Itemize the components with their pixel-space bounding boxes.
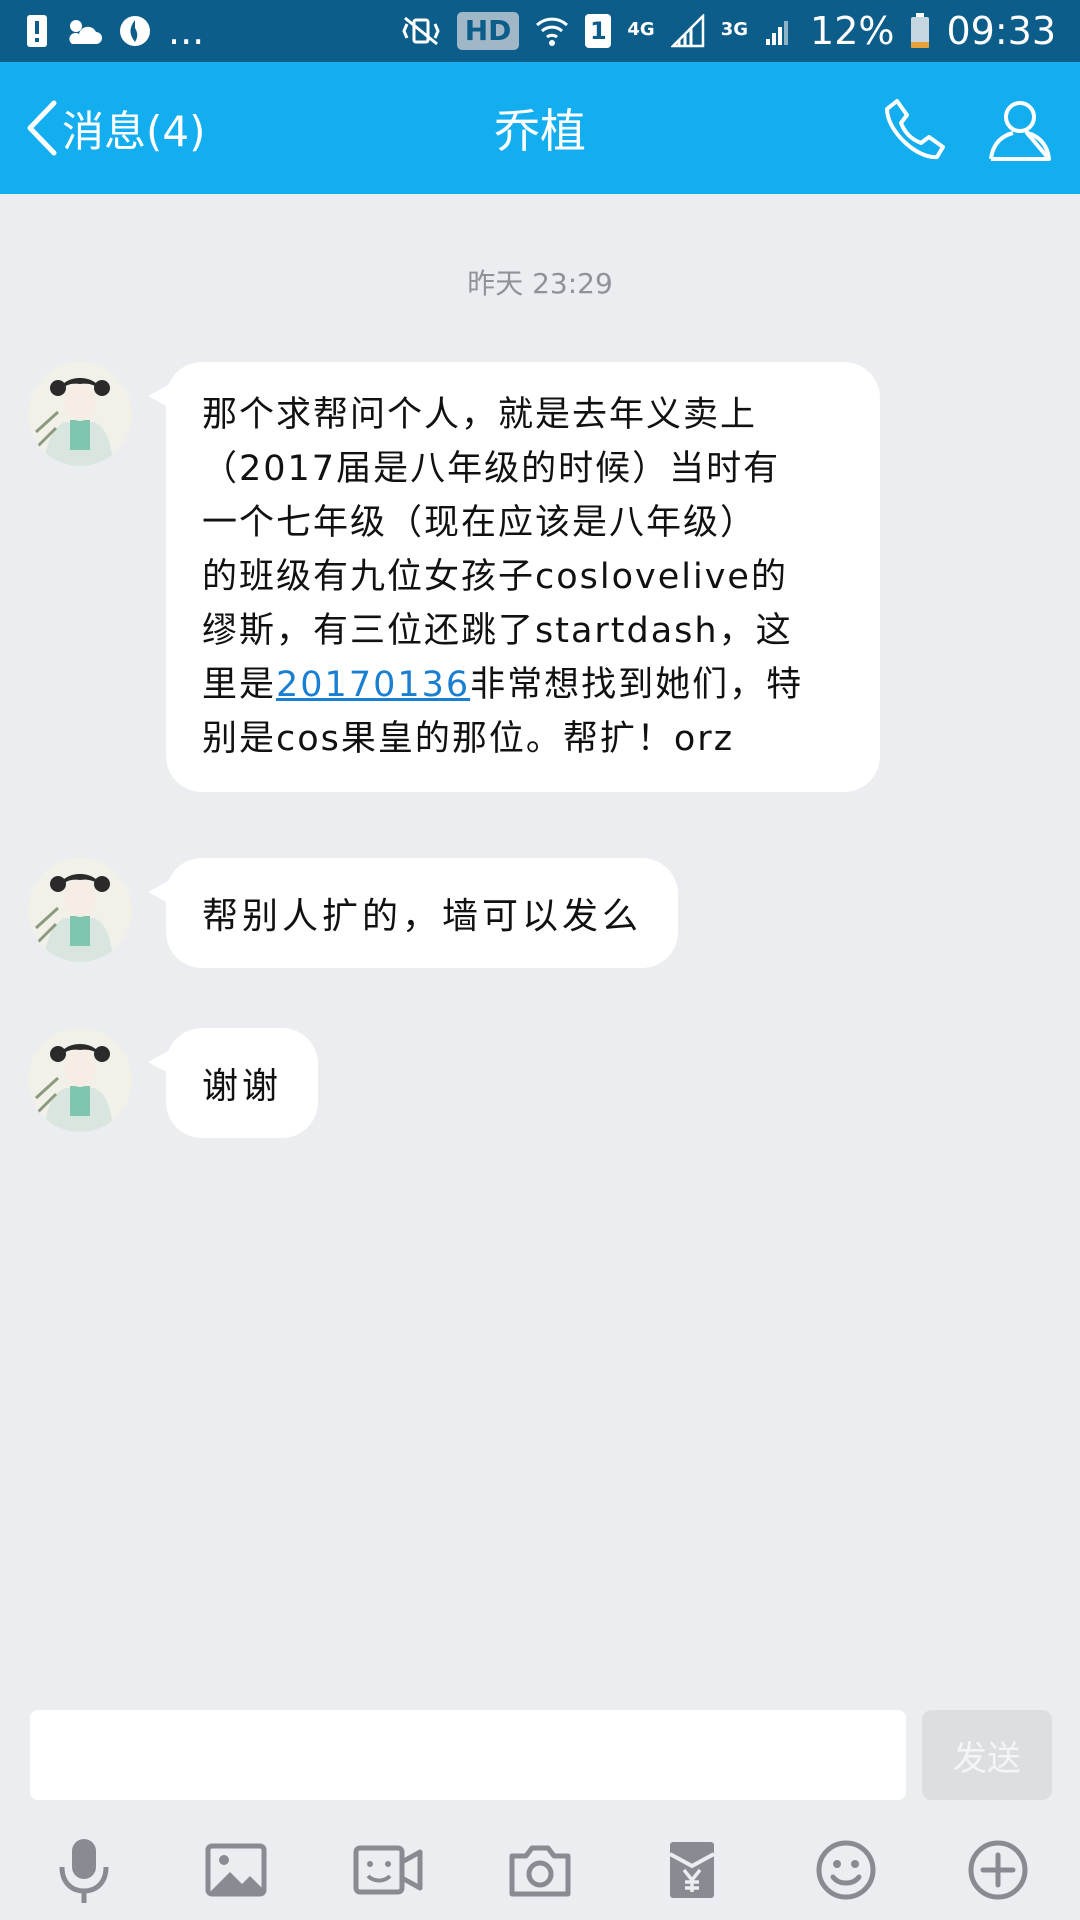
red-packet-button[interactable] (652, 1830, 732, 1910)
wifi-icon (535, 15, 569, 47)
alert-icon (26, 14, 48, 48)
message-line: 那个求帮问个人，就是去年义卖上 (202, 395, 758, 435)
signal-icon (670, 14, 705, 48)
weather-icon (64, 16, 102, 46)
back-label: 消息(4) (62, 106, 206, 156)
network-type-3g: 3G (720, 19, 749, 40)
emoji-button[interactable] (806, 1830, 886, 1910)
title-bar: 消息(4) 乔植 (0, 62, 1080, 194)
more-notifications: ... (168, 9, 205, 53)
status-bar: ... HD 1 4G 3G 12% 09:33 (0, 0, 1080, 62)
message-text: 非常想找到她们，特 (470, 665, 804, 705)
app-notification-icon (118, 14, 152, 48)
vibrate-icon (401, 16, 441, 46)
clock: 09:33 (946, 9, 1056, 53)
send-button[interactable]: 发送 (922, 1710, 1052, 1800)
red-packet-icon (666, 1838, 718, 1902)
signal-icon (764, 15, 794, 47)
microphone-icon (54, 1835, 114, 1905)
message-line: 一个七年级（现在应该是八年级） (202, 503, 758, 543)
back-button[interactable]: 消息(4) (24, 62, 206, 194)
message-line: 别是cos果皇的那位。帮扩！orz (202, 719, 735, 759)
avatar[interactable] (28, 362, 132, 466)
image-icon (204, 1842, 268, 1898)
message-text: 帮别人扩的，墙可以发么 (202, 896, 643, 937)
call-button[interactable] (876, 92, 952, 168)
chevron-left-icon (24, 99, 58, 157)
emoji-icon (815, 1839, 877, 1901)
avatar[interactable] (28, 1028, 132, 1132)
camera-button[interactable] (500, 1830, 580, 1910)
hd-badge: HD (456, 12, 520, 50)
message-bubble[interactable]: 那个求帮问个人，就是去年义卖上 （2017届是八年级的时候）当时有 一个七年级（… (148, 362, 880, 792)
message-bubble[interactable]: 谢谢 (147, 1028, 319, 1138)
message-line: 的班级有九位女孩子coslovelive的 (202, 557, 788, 597)
battery-percent: 12% (810, 9, 895, 53)
video-call-button[interactable] (348, 1830, 428, 1910)
video-call-icon (352, 1842, 424, 1898)
avatar[interactable] (28, 858, 132, 962)
more-button[interactable] (958, 1830, 1038, 1910)
voice-button[interactable] (44, 1830, 124, 1910)
profile-icon (987, 97, 1053, 163)
message-text: 里是 (202, 665, 277, 705)
composer-toolbar (0, 1820, 1080, 1920)
network-type-4g: 4G (627, 19, 655, 40)
sim-badge: 1 (585, 14, 612, 48)
message-input[interactable] (30, 1710, 906, 1800)
plus-icon (967, 1839, 1029, 1901)
profile-button[interactable] (982, 92, 1058, 168)
message-line: 缪斯，有三位还跳了startdash，这 (202, 611, 793, 651)
page-title: 乔植 (494, 104, 586, 158)
camera-icon (508, 1842, 572, 1898)
image-button[interactable] (196, 1830, 276, 1910)
message-text: 谢谢 (202, 1066, 283, 1107)
message-bubble[interactable]: 帮别人扩的，墙可以发么 (147, 858, 679, 968)
phone-icon (881, 97, 947, 163)
battery-icon (910, 13, 930, 49)
message-line: （2017届是八年级的时候）当时有 (202, 449, 781, 489)
message-line: 里是20170136非常想找到她们，特 (202, 658, 850, 712)
message-timestamp: 昨天 23:29 (467, 267, 613, 300)
number-link[interactable]: 20170136 (276, 665, 470, 705)
